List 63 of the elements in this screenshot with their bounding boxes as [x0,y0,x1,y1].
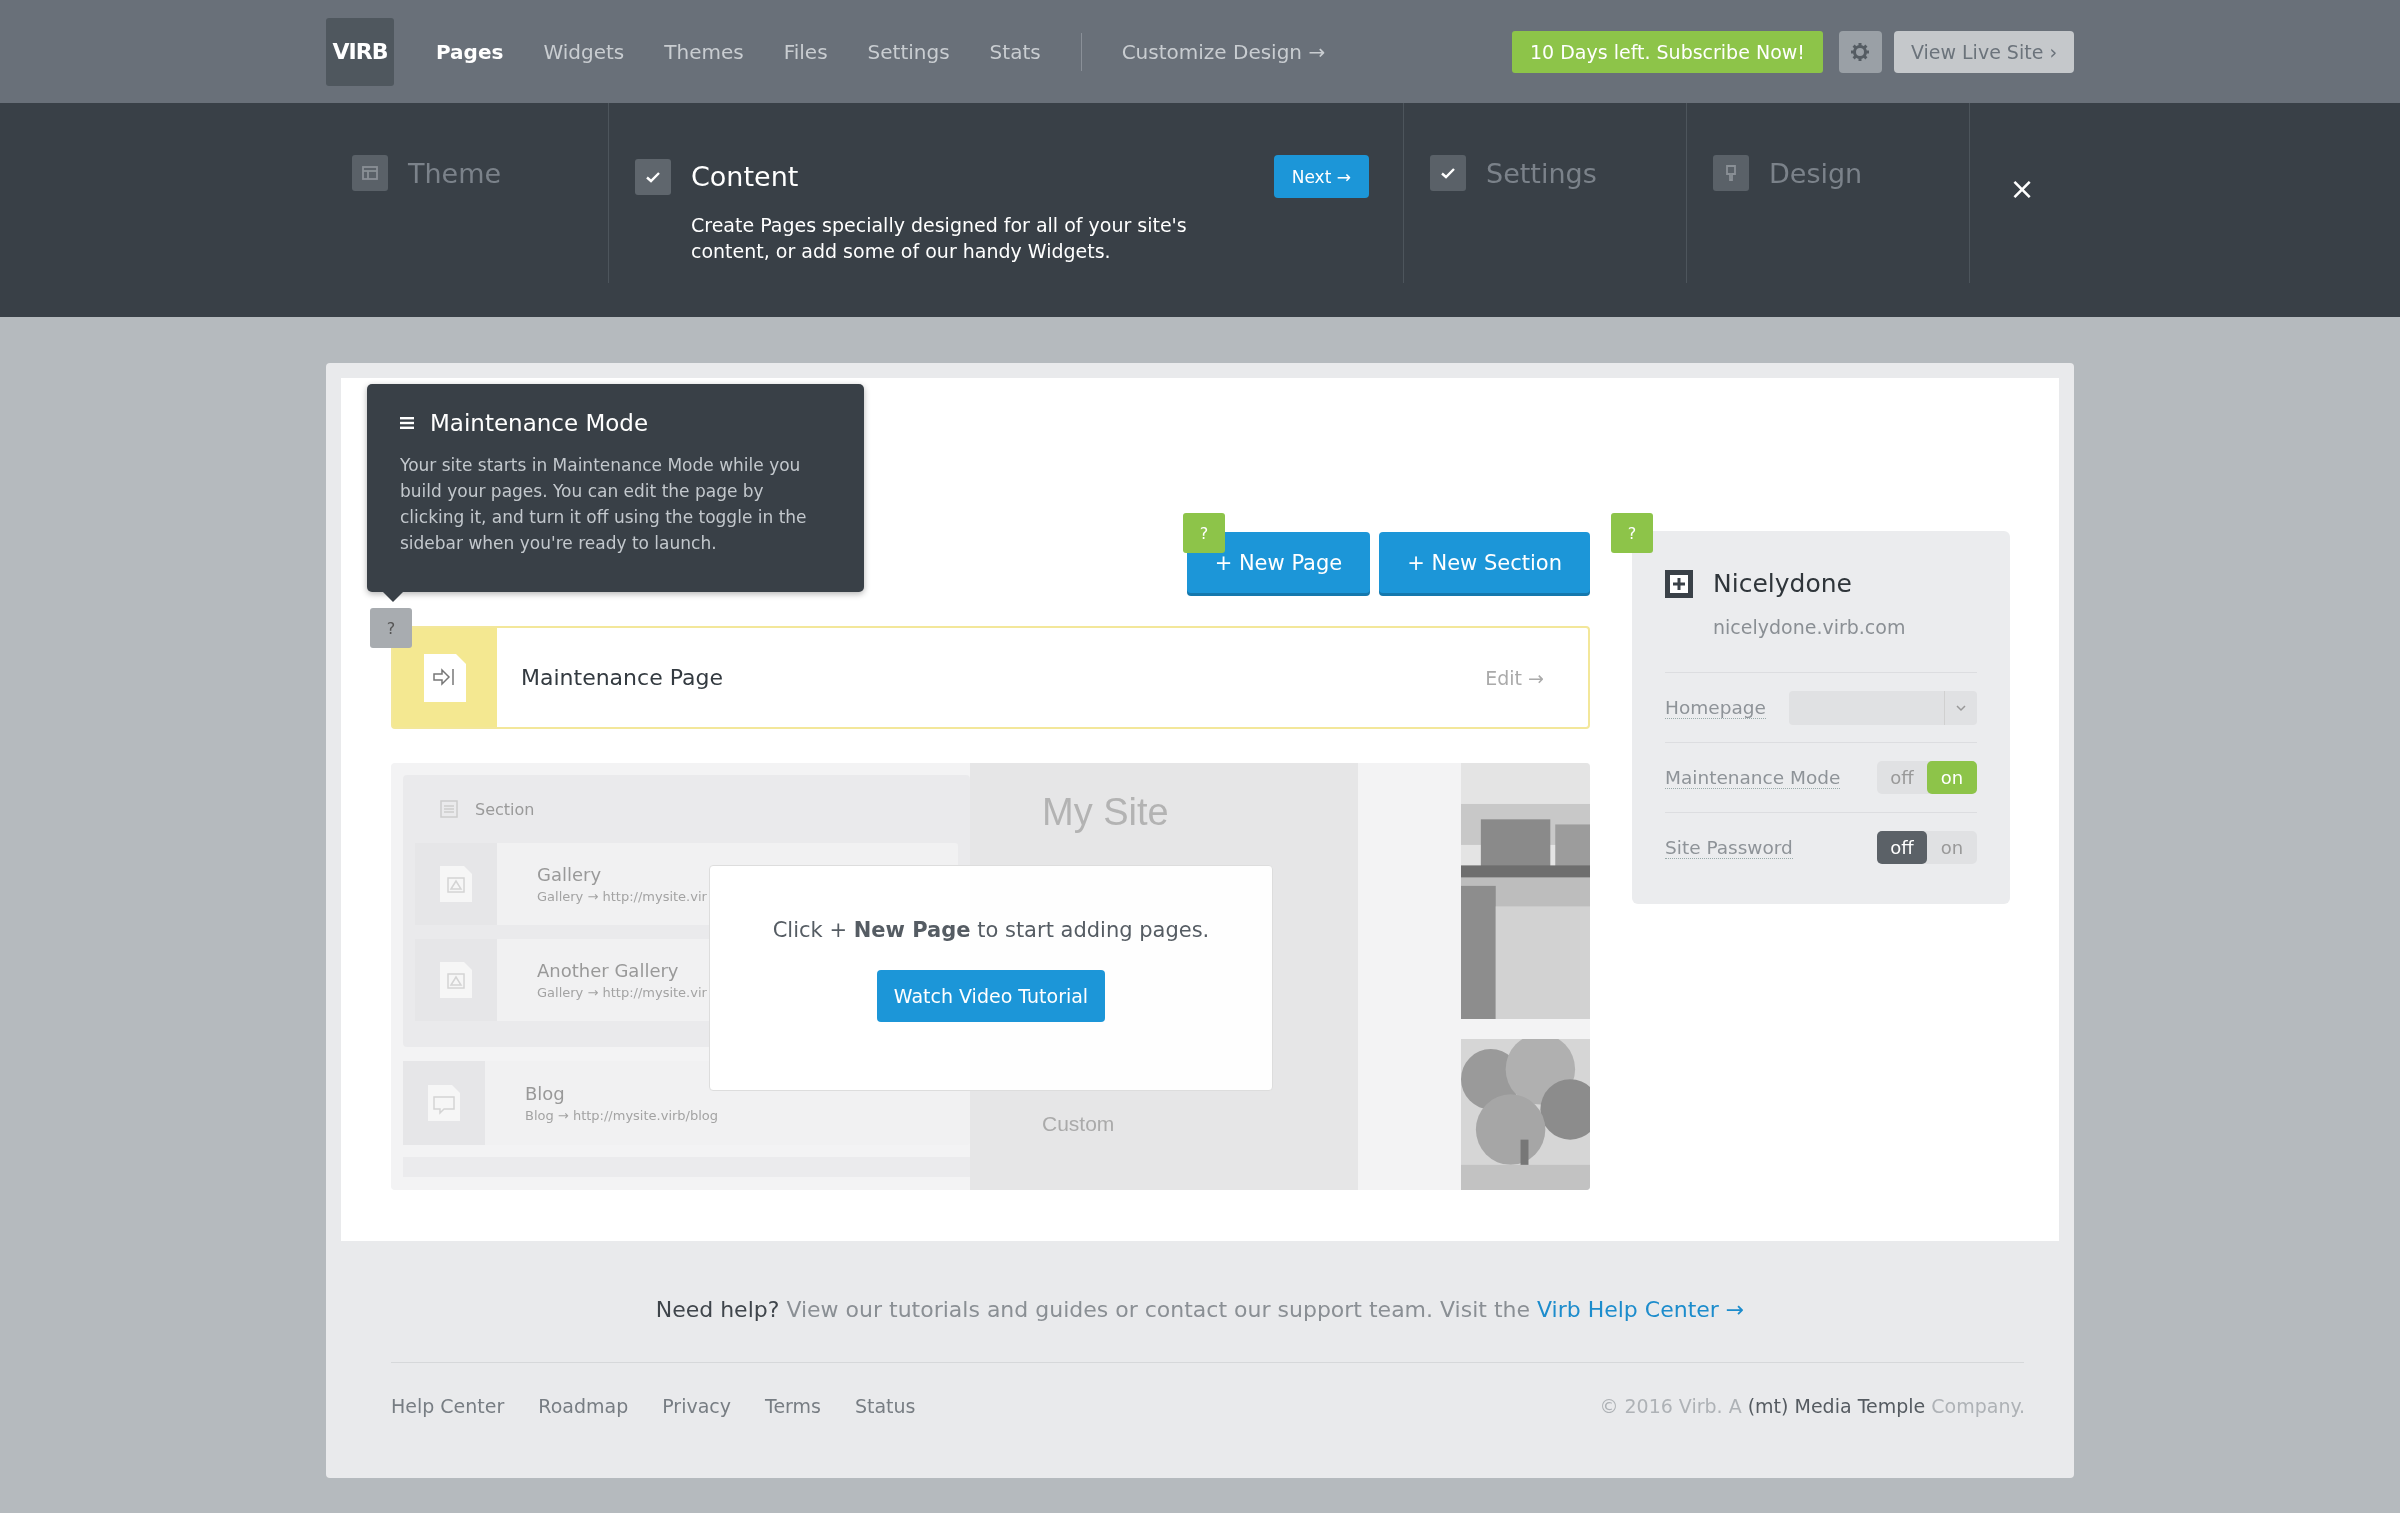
help-button[interactable]: ? [1183,513,1225,553]
step-title[interactable]: Theme [408,157,502,189]
help-center-link[interactable]: Virb Help Center → [1537,1297,1745,1322]
setting-label: Site Password [1665,836,1793,859]
toggle-switch[interactable]: off on [1877,761,1977,794]
brush-icon [1713,155,1749,191]
watch-video-button[interactable]: Watch Video Tutorial [876,970,1106,1022]
gallery-page-icon [438,960,474,1000]
plus-square-icon[interactable] [1665,569,1693,598]
settings-icon [1850,41,1871,62]
page-item-title: Blog [525,1083,566,1104]
tooltip-text: Your site starts in Maintenance Mode while you build your pages. You can edit the page by clicking it, and turn it off using the toggle in the sidebar when you're ready to launch. [400,454,808,555]
empty-state-text: Click + New Page to start adding pages. [772,918,1210,942]
footer-link[interactable]: Roadmap [538,1395,629,1417]
nav-link[interactable]: Settings [867,39,950,64]
page-title: Maintenance Page [521,665,723,690]
new-item-button[interactable]: + New Section [1379,532,1590,593]
page-item-url: Blog → http://mysite.virb/blog [525,1108,719,1123]
help-button[interactable]: ? [1611,513,1653,553]
nav-link[interactable]: Pages [436,39,504,64]
gallery-page-icon [438,864,474,904]
footer-link[interactable]: Terms [765,1395,821,1417]
nav-link[interactable]: Themes [664,39,744,64]
page-exit-icon [422,651,468,704]
site-url: nicelydone.virb.com [1713,616,1907,638]
close-button[interactable]: × [2003,171,2041,207]
check-icon [635,158,671,195]
subscribe-button[interactable]: 10 Days left. Subscribe Now! [1512,30,1823,73]
next-button[interactable]: Next → [1273,155,1369,198]
check-icon [1430,155,1466,191]
menu-icon [400,416,414,430]
page-item-url: Gallery → http://mysite.vir [537,985,707,1000]
footer-link[interactable]: Help Center [391,1395,505,1417]
footer-link[interactable]: Privacy [662,1395,731,1417]
step-title[interactable]: Design [1769,157,1863,189]
nav-link[interactable]: Widgets [543,39,625,64]
view-live-site-button[interactable]: View Live Site › [1893,30,2074,73]
help-text: Need help? View our tutorials and guides or contact our support team. Visit the Virb Help Center → [654,1297,1746,1322]
toggle-switch[interactable]: off on [1877,831,1977,864]
nav-link[interactable]: Stats [989,39,1041,64]
virb-logo[interactable]: VIRB [326,17,394,86]
section-label: Section [475,799,535,819]
page-item-title: Gallery [537,864,603,885]
page-item-title: Another Gallery [537,960,680,981]
step-description: Create Pages specially designed for all of your site's content, or add some of our handy Widgets. [691,213,1188,264]
copyright-text: © 2016 Virb. A (mt) Media Temple Company. [1599,1395,2025,1417]
step-title[interactable]: Settings [1486,157,1597,189]
customize-design-link[interactable]: Customize Design → [1121,39,1326,64]
setting-label: Homepage [1665,696,1766,719]
comment-page-icon [426,1083,462,1123]
layout-icon [352,155,388,191]
section-icon [439,799,459,819]
caret-icon [1955,703,1967,712]
setting-label: Maintenance Mode [1665,766,1841,789]
settings-button[interactable] [1838,30,1882,73]
help-button[interactable]: ? [370,608,412,648]
edit-link[interactable]: Edit → [1485,666,1544,689]
nav-link[interactable]: Files [783,39,828,64]
footer-link[interactable]: Status [854,1395,916,1417]
step-title[interactable]: Content [691,161,799,192]
tooltip-title: Maintenance Mode [430,410,649,436]
site-title: Nicelydone [1713,569,1852,598]
page-item-url: Gallery → http://mysite.vir [537,889,707,904]
